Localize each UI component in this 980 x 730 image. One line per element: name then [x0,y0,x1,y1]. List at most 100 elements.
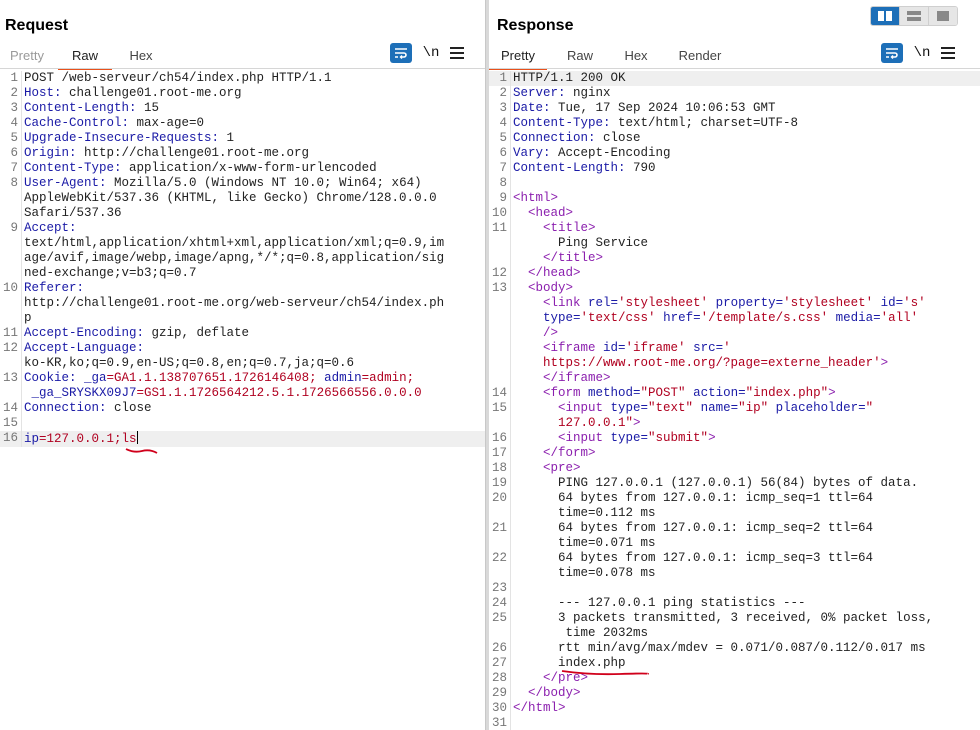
code-line[interactable]: 25 3 packets transmitted, 3 received, 0%… [489,611,980,626]
newline-toggle[interactable]: \n [913,45,931,61]
code-line[interactable]: 14 Connection: close [0,401,485,416]
code-line[interactable]: 17 </form> [489,446,980,461]
code-line[interactable]: 10 Referer: [0,281,485,296]
code-line[interactable]: 22 64 bytes from 127.0.0.1: icmp_seq=3 t… [489,551,980,566]
code-line[interactable]: 3 Date: Tue, 17 Sep 2024 10:06:53 GMT [489,101,980,116]
html-attribute: media= [835,311,881,325]
code-line[interactable]: 1 HTTP/1.1 200 OK [489,71,980,86]
code-line[interactable]: type='text/css' href='/template/s.css' m… [489,311,980,326]
code-line[interactable]: 9 Accept: [0,221,485,236]
code-line[interactable]: <link rel='stylesheet' property='stylesh… [489,296,980,311]
code-line[interactable]: time=0.078 ms [489,566,980,581]
code-line[interactable]: Safari/537.36 [0,206,485,221]
code-line[interactable]: 21 64 bytes from 127.0.0.1: icmp_seq=2 t… [489,521,980,536]
request-editor[interactable]: 1 POST /web-serveur/ch54/index.php HTTP/1… [0,71,485,447]
request-tab-pretty[interactable]: Pretty [0,44,54,68]
request-tab-hex[interactable]: Hex [116,44,166,68]
code-line[interactable]: 7 Content-Length: 790 [489,161,980,176]
wrap-lines-icon[interactable] [390,43,412,63]
code-line[interactable]: 29 </body> [489,686,980,701]
newline-toggle[interactable]: \n [422,45,440,61]
response-tab-raw[interactable]: Raw [553,44,607,68]
code-line[interactable]: 16 ip=127.0.0.1;ls [0,431,485,447]
code-line[interactable]: 7 Content-Type: application/x-www-form-ur… [0,161,485,176]
code-line[interactable]: 4 Content-Type: text/html; charset=UTF-8 [489,116,980,131]
code-line[interactable]: 14 <form method="POST" action="index.php… [489,386,980,401]
response-tab-render[interactable]: Render [667,44,733,68]
code-line[interactable]: 26 rtt min/avg/max/mdev = 0.071/0.087/0.… [489,641,980,656]
wrap-lines-icon[interactable] [881,43,903,63]
code-line[interactable]: 15 <input type="text" name="ip" placehol… [489,401,980,416]
code-line[interactable]: <iframe id='iframe' src=' [489,341,980,356]
code-line[interactable]: _ga_SRYSKX09J7=GS1.1.1726564212.5.1.1726… [0,386,485,401]
code-line[interactable]: </iframe> [489,371,980,386]
code-line[interactable]: 12 </head> [489,266,980,281]
code-line[interactable]: 6 Origin: http://challenge01.root-me.org [0,146,485,161]
code-line[interactable]: AppleWebKit/537.36 (KHTML, like Gecko) C… [0,191,485,206]
code-line[interactable]: 16 <input type="submit"> [489,431,980,446]
code-line[interactable]: 15 [0,416,485,431]
code-line[interactable]: 2 Server: nginx [489,86,980,101]
hamburger-menu-icon[interactable] [450,47,464,59]
line-text: index.php [510,656,980,671]
code-line[interactable]: text/html,application/xhtml+xml,applicat… [0,236,485,251]
code-line[interactable]: ko-KR,ko;q=0.9,en-US;q=0.8,en;q=0.7,ja;q… [0,356,485,371]
code-line[interactable]: 11 <title> [489,221,980,236]
code-line[interactable]: 4 Cache-Control: max-age=0 [0,116,485,131]
code-line[interactable]: 1 POST /web-serveur/ch54/index.php HTTP/1… [0,71,485,86]
line-text: Accept: [21,221,485,236]
code-line[interactable]: time=0.071 ms [489,536,980,551]
response-tab-hex[interactable]: Hex [611,44,661,68]
code-line[interactable]: 12 Accept-Language: [0,341,485,356]
code-line[interactable]: 31 [489,716,980,730]
code-line[interactable]: http://challenge01.root-me.org/web-serve… [0,296,485,311]
line-text: </body> [510,686,980,701]
code-line[interactable]: 20 64 bytes from 127.0.0.1: icmp_seq=1 t… [489,491,980,506]
layout-stacked-icon[interactable] [900,7,929,25]
code-line[interactable]: 6 Vary: Accept-Encoding [489,146,980,161]
request-tab-raw[interactable]: Raw [58,44,112,70]
line-text: time 2032ms [510,626,980,641]
html-tag: </iframe> [543,371,611,385]
code-line[interactable]: 30 </html> [489,701,980,716]
response-tab-pretty[interactable]: Pretty [489,44,547,70]
code-line[interactable]: 28 </pre> [489,671,980,686]
code-line[interactable]: 5 Connection: close [489,131,980,146]
code-line[interactable]: 8 [489,176,980,191]
code-line[interactable]: Ping Service [489,236,980,251]
code-line[interactable]: time 2032ms [489,626,980,641]
code-line[interactable]: https://www.root-me.org/?page=externe_he… [489,356,980,371]
code-line[interactable]: 127.0.0.1"> [489,416,980,431]
code-line[interactable]: /> [489,326,980,341]
response-viewer[interactable]: 1 HTTP/1.1 200 OK 2 Server: nginx 3 Date: Tue… [489,71,980,730]
code-line[interactable]: </title> [489,251,980,266]
text-content [656,311,664,325]
code-line[interactable]: 10 <head> [489,206,980,221]
code-line[interactable]: 27 index.php [489,656,980,671]
code-line[interactable]: 23 [489,581,980,596]
code-line[interactable]: 24 --- 127.0.0.1 ping statistics --- [489,596,980,611]
code-line[interactable]: 18 <pre> [489,461,980,476]
code-line[interactable]: 13 Cookie: _ga=GA1.1.138707651.1726146408… [0,371,485,386]
layout-side-by-side-icon[interactable] [871,7,900,25]
line-text: Connection: close [21,401,485,416]
line-number [0,296,21,311]
code-line[interactable]: 5 Upgrade-Insecure-Requests: 1 [0,131,485,146]
text-content: 64 bytes from 127.0.0.1: icmp_seq=2 ttl=… [513,521,874,535]
code-line[interactable]: time=0.112 ms [489,506,980,521]
text-content: time=0.071 ms [513,536,656,550]
code-line[interactable]: 13 <body> [489,281,980,296]
code-line[interactable]: 19 PING 127.0.0.1 (127.0.0.1) 56(84) byt… [489,476,980,491]
hamburger-menu-icon[interactable] [941,47,955,59]
line-text: 64 bytes from 127.0.0.1: icmp_seq=3 ttl=… [510,551,980,566]
code-line[interactable]: 2 Host: challenge01.root-me.org [0,86,485,101]
code-line[interactable]: 3 Content-Length: 15 [0,101,485,116]
code-line[interactable]: p [0,311,485,326]
code-line[interactable]: age/avif,image/webp,image/apng,*/*;q=0.8… [0,251,485,266]
code-line[interactable]: 8 User-Agent: Mozilla/5.0 (Windows NT 10.… [0,176,485,191]
line-number: 14 [491,386,507,400]
code-line[interactable]: 9 <html> [489,191,980,206]
code-line[interactable]: 11 Accept-Encoding: gzip, deflate [0,326,485,341]
layout-single-icon[interactable] [929,7,957,25]
code-line[interactable]: ned-exchange;v=b3;q=0.7 [0,266,485,281]
